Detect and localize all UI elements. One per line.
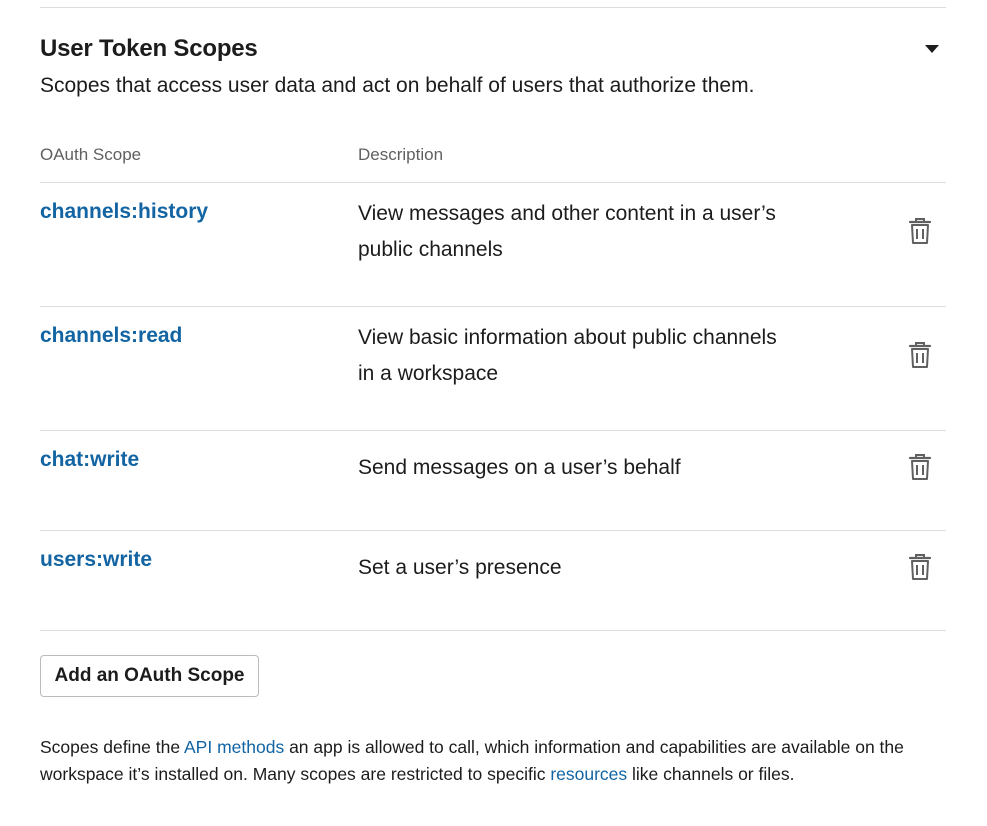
column-header-description: Description: [358, 145, 444, 164]
api-methods-link[interactable]: API methods: [184, 737, 284, 757]
row-divider: [40, 430, 946, 431]
scope-description: Send messages on a user’s behalf: [358, 456, 681, 479]
section-subtitle: Scopes that access user data and act on …: [40, 74, 755, 97]
footnote-text: like channels or files.: [627, 764, 795, 784]
scope-link[interactable]: users:write: [40, 548, 152, 572]
row-divider: [40, 530, 946, 531]
trash-icon: [908, 554, 932, 580]
scope-description: View basic information about public chan…: [358, 326, 777, 385]
user-token-scopes-panel: User Token Scopes Scopes that access use…: [0, 0, 987, 826]
remove-scope-button[interactable]: [906, 216, 934, 246]
remove-scope-button[interactable]: [906, 340, 934, 370]
collapse-toggle[interactable]: [923, 42, 941, 56]
scope-link[interactable]: channels:read: [40, 324, 182, 348]
trash-icon: [908, 342, 932, 368]
scope-description: View messages and other content in a use…: [358, 202, 776, 261]
footnote-text: Scopes define the: [40, 737, 184, 757]
table-bottom-divider: [40, 630, 946, 631]
row-divider: [40, 306, 946, 307]
trash-icon: [908, 454, 932, 480]
section-title: User Token Scopes: [40, 35, 258, 62]
trash-icon: [908, 218, 932, 244]
scope-description: Set a user’s presence: [358, 556, 562, 579]
header-divider: [40, 182, 946, 183]
resources-link[interactable]: resources: [550, 764, 627, 784]
caret-down-icon: [925, 45, 939, 53]
scopes-footnote: Scopes define the API methods an app is …: [40, 734, 950, 788]
remove-scope-button[interactable]: [906, 552, 934, 582]
remove-scope-button[interactable]: [906, 452, 934, 482]
add-oauth-scope-button[interactable]: Add an OAuth Scope: [40, 655, 259, 697]
top-divider: [40, 7, 946, 8]
scope-link[interactable]: channels:history: [40, 200, 208, 224]
column-header-scope: OAuth Scope: [40, 145, 142, 164]
scope-link[interactable]: chat:write: [40, 448, 139, 472]
